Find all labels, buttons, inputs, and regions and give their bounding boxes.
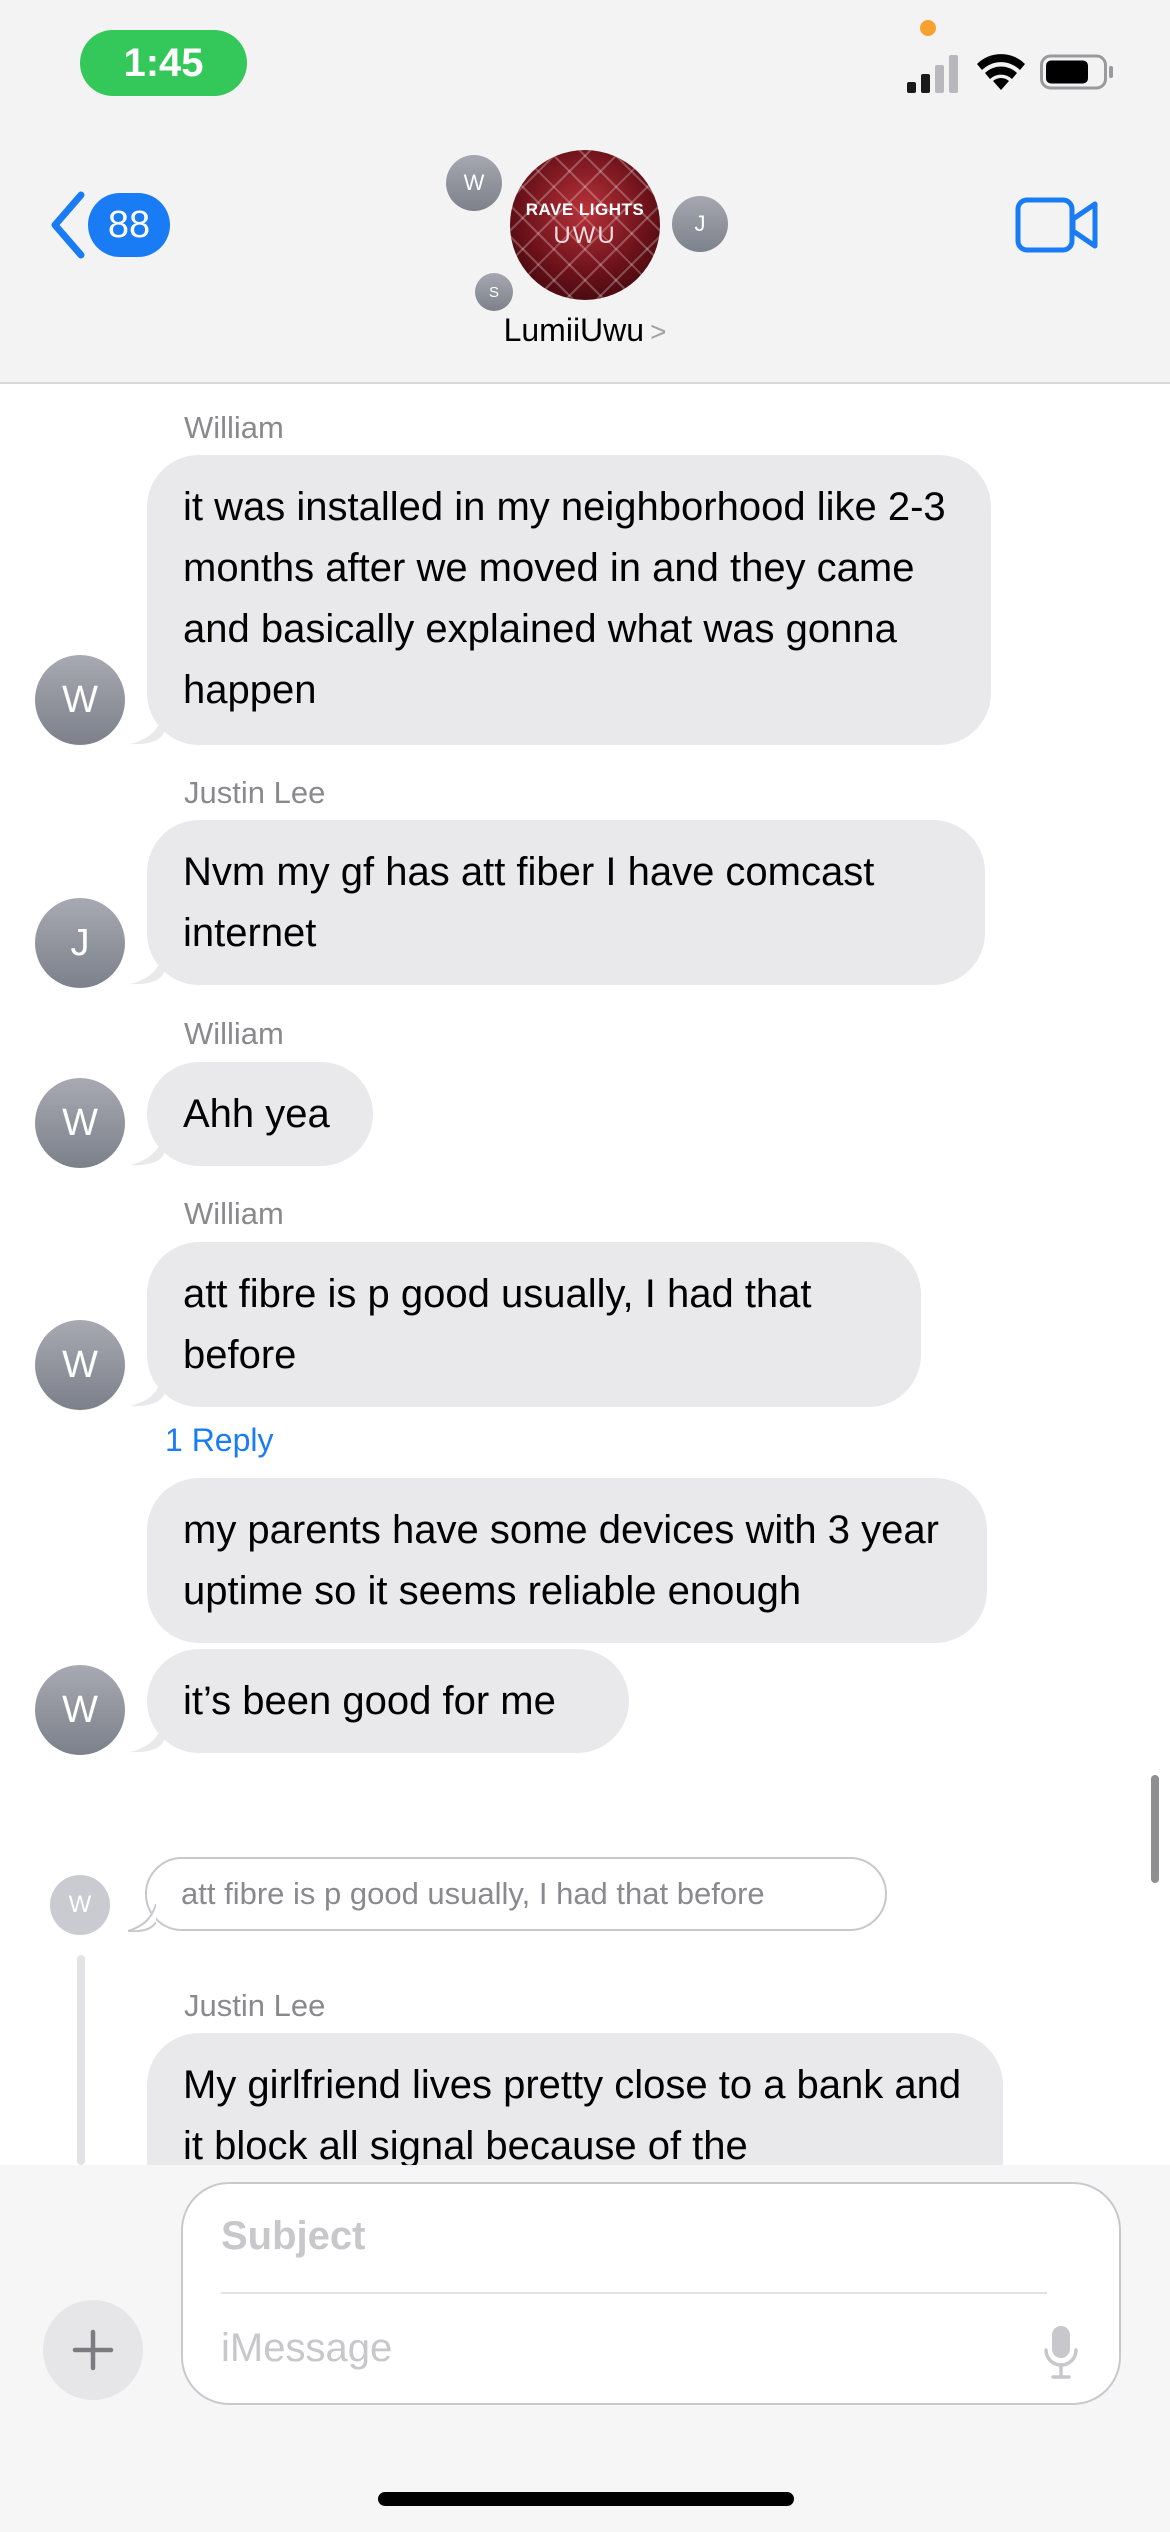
avatar[interactable]: W bbox=[35, 1078, 125, 1168]
message-text: My girlfriend lives pretty close to a ba… bbox=[183, 2063, 962, 2168]
group-name-label: LumiiUwu bbox=[503, 312, 645, 348]
input-divider bbox=[221, 2292, 1047, 2294]
message-text: Nvm my gf has att fiber I have comcast i… bbox=[183, 850, 875, 955]
chevron-right-icon: > bbox=[650, 316, 667, 347]
status-time: 1:45 bbox=[80, 30, 247, 96]
message-bubble[interactable]: it was installed in my neighborhood like… bbox=[147, 455, 991, 745]
sender-name: Justin Lee bbox=[184, 775, 326, 810]
conversation-screen: William it was installed in my neighborh… bbox=[0, 0, 1170, 2532]
message-input[interactable]: iMessage bbox=[221, 2326, 392, 2371]
message-bubble[interactable]: my parents have some devices with 3 year… bbox=[147, 1478, 987, 1643]
plus-button[interactable] bbox=[43, 2300, 143, 2400]
battery-icon bbox=[1040, 54, 1113, 90]
group-name[interactable]: LumiiUwu > bbox=[0, 312, 1170, 349]
quoted-message[interactable]: att fibre is p good usually, I had that … bbox=[145, 1857, 887, 1931]
conversation-header: 1:45 88 W J S RAVE LIGHTS UWU LumiiUwu > bbox=[0, 0, 1170, 384]
group-avatar[interactable]: RAVE LIGHTS UWU bbox=[510, 150, 660, 300]
message-bubble[interactable]: Nvm my gf has att fiber I have comcast i… bbox=[147, 820, 985, 985]
privacy-indicator bbox=[920, 20, 936, 36]
message-text: Ahh yea bbox=[183, 1092, 330, 1136]
thread-line bbox=[77, 1955, 85, 2165]
bubble-tail bbox=[130, 1719, 164, 1753]
message-text: my parents have some devices with 3 year… bbox=[183, 1508, 939, 1613]
back-chevron-icon bbox=[51, 191, 85, 259]
member-avatar-w: W bbox=[446, 155, 502, 211]
message-bubble[interactable]: Ahh yea bbox=[147, 1062, 373, 1166]
quote-bubble-tail bbox=[128, 1904, 156, 1932]
video-camera-icon[interactable] bbox=[1015, 195, 1100, 255]
member-avatar-j: J bbox=[672, 196, 728, 252]
quoted-message-text: att fibre is p good usually, I had that … bbox=[181, 1876, 765, 1911]
message-composer[interactable]: Subject iMessage bbox=[181, 2182, 1121, 2405]
bubble-tail bbox=[130, 1132, 164, 1166]
back-button[interactable]: 88 bbox=[48, 190, 170, 260]
home-indicator bbox=[378, 2492, 794, 2506]
quote-avatar: W bbox=[50, 1875, 110, 1935]
subject-field[interactable]: Subject bbox=[221, 2214, 365, 2259]
message-text: it was installed in my neighborhood like… bbox=[183, 485, 946, 712]
avatar[interactable]: W bbox=[35, 1320, 125, 1410]
avatar[interactable]: W bbox=[35, 1665, 125, 1755]
avatar[interactable]: W bbox=[35, 655, 125, 745]
sender-name: William bbox=[184, 410, 284, 445]
wifi-icon bbox=[977, 54, 1025, 90]
group-avatar-subtitle: UWU bbox=[553, 222, 617, 249]
avatar[interactable]: J bbox=[35, 898, 125, 988]
member-avatar-s: S bbox=[475, 273, 513, 311]
unread-count-badge: 88 bbox=[88, 193, 170, 257]
message-text: it’s been good for me bbox=[183, 1679, 556, 1723]
group-avatar-title: RAVE LIGHTS bbox=[525, 200, 645, 219]
plus-icon bbox=[72, 2329, 114, 2371]
message-bubble[interactable]: att fibre is p good usually, I had that … bbox=[147, 1242, 921, 1407]
thread-reply-link[interactable]: 1 Reply bbox=[165, 1422, 274, 1459]
bubble-tail bbox=[130, 1373, 164, 1407]
sender-name: Justin Lee bbox=[184, 1988, 326, 2023]
signal-icon bbox=[907, 55, 958, 93]
bubble-tail bbox=[130, 951, 164, 985]
message-bubble[interactable]: it’s been good for me bbox=[147, 1649, 629, 1753]
sender-name: William bbox=[184, 1016, 284, 1051]
message-text: att fibre is p good usually, I had that … bbox=[183, 1272, 812, 1377]
bubble-tail bbox=[130, 711, 164, 745]
scroll-indicator[interactable] bbox=[1151, 1775, 1159, 1883]
microphone-icon[interactable] bbox=[1043, 2324, 1079, 2380]
sender-name: William bbox=[184, 1196, 284, 1231]
